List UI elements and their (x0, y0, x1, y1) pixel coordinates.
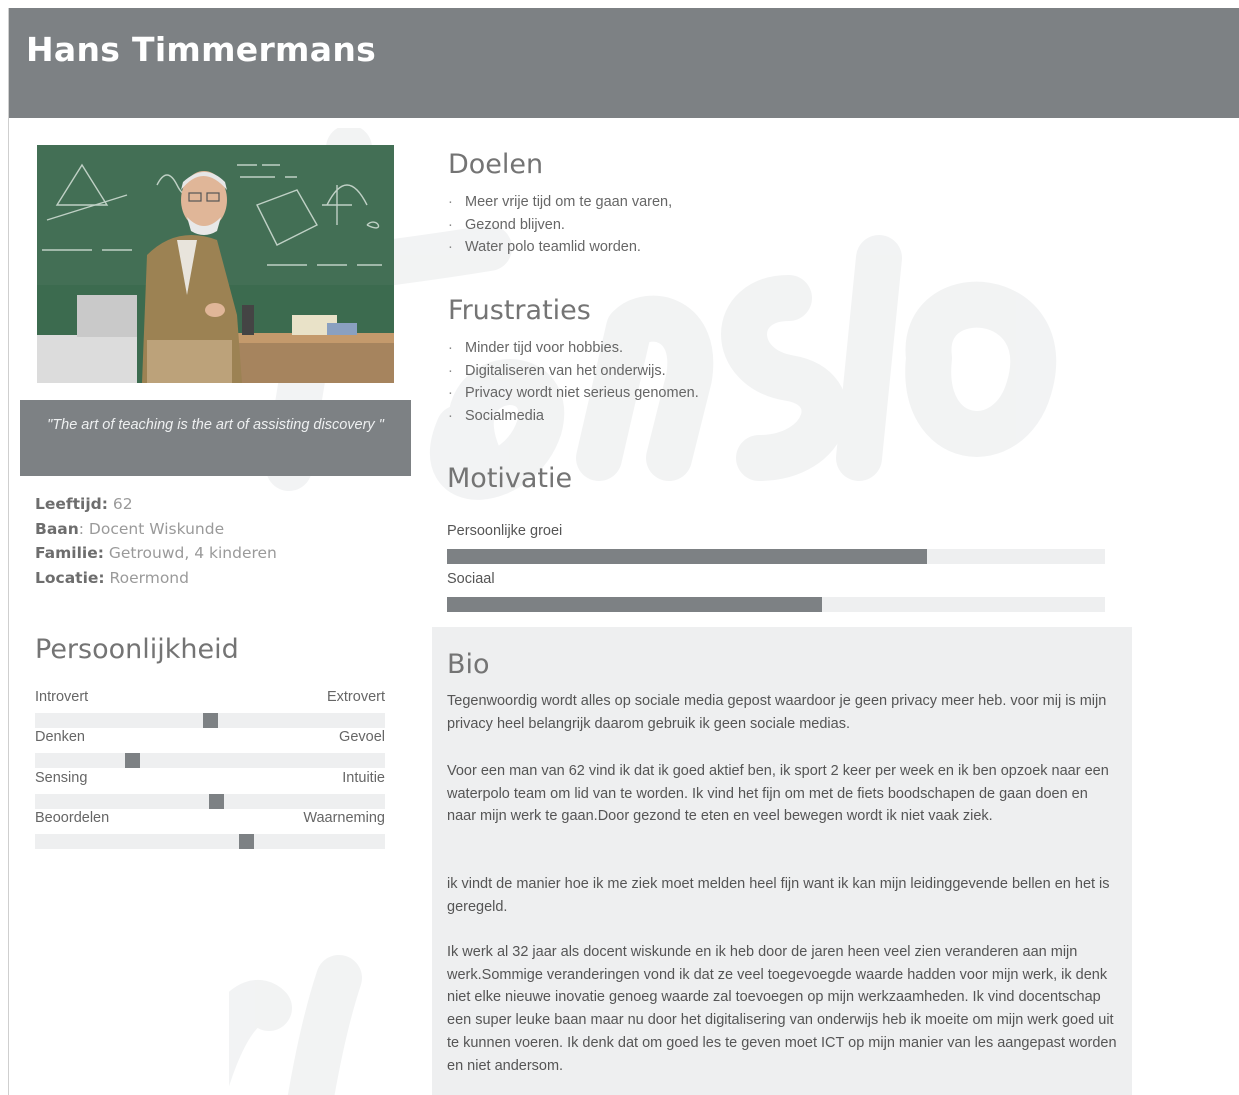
scale-marker (203, 713, 218, 728)
motivation-fill (447, 549, 928, 564)
fact-value: Getrouwd, 4 kinderen (103, 544, 277, 562)
scale-right-label: Intuitie (342, 770, 385, 786)
bio-paragraph: Ik werk al 32 jaar als docent wiskunde e… (447, 944, 1117, 1074)
fact-age: Leeftijd: 62 (35, 492, 277, 517)
persona-name: Hans Timmermans (26, 30, 377, 69)
persona-quote: "The art of teaching is the art of assis… (20, 400, 411, 476)
list-item: Meer vrije tijd om te gaan varen, (448, 191, 672, 214)
fact-label: Familie: (35, 544, 104, 562)
bio-title: Bio (447, 649, 490, 680)
fact-label: Baan (35, 519, 79, 538)
list-item: Privacy wordt niet serieus genomen. (448, 382, 699, 405)
fact-value: : Docent Wiskunde (78, 519, 225, 538)
bio-paragraph: ik vindt de manier hoe ik me ziek moet m… (447, 876, 1110, 915)
scale-marker (209, 794, 224, 809)
scale-marker (239, 834, 254, 849)
fact-job: Baan: Docent Wiskunde (35, 517, 277, 542)
fact-value: Roermond (104, 568, 189, 587)
goals-list: Meer vrije tijd om te gaan varen, Gezond… (448, 191, 672, 259)
scale-track (35, 753, 385, 768)
persona-card: Hans Timmermans "The art of teaching is … (8, 8, 1239, 1095)
scale-track (35, 834, 385, 849)
header-bar: Hans Timmermans (9, 8, 1239, 118)
motivation-track (447, 597, 1105, 612)
bio-paragraph: Tegenwoordig wordt alles op sociale medi… (447, 693, 1107, 732)
goals-title: Doelen (448, 149, 544, 180)
list-item: Gezond blijven. (448, 214, 672, 237)
fact-label: Leeftijd: (35, 495, 108, 513)
scale-left-label: Introvert (35, 689, 89, 705)
scale-left-label: Beoordelen (35, 810, 110, 826)
motivation-title: Motivatie (447, 463, 573, 494)
scale-left-label: Sensing (35, 770, 88, 786)
fact-family: Familie: Getrouwd, 4 kinderen (35, 541, 277, 566)
list-item: Digitaliseren van het onderwijs. (448, 360, 699, 383)
list-item: Water polo teamlid worden. (448, 236, 672, 259)
scale-left-label: Denken (35, 729, 85, 745)
motivation-label: Sociaal (447, 571, 495, 587)
personality-title: Persoonlijkheid (35, 634, 239, 665)
motivation-fill (447, 597, 823, 612)
fact-value: 62 (107, 495, 133, 513)
list-item: Minder tijd voor hobbies. (448, 337, 699, 360)
scale-right-label: Waarneming (303, 810, 385, 826)
fact-label: Locatie: (35, 568, 105, 587)
list-item: Socialmedia (448, 405, 699, 428)
scale-track (35, 713, 385, 728)
scale-marker (125, 753, 140, 768)
frustrations-title: Frustraties (448, 295, 591, 326)
motivation-label: Persoonlijke groei (447, 523, 563, 539)
frustrations-list: Minder tijd voor hobbies. Digitaliseren … (448, 337, 699, 428)
scale-right-label: Gevoel (339, 729, 385, 745)
bio-panel: Bio Tegenwoordig wordt alles op sociale … (432, 627, 1132, 1095)
persona-photo (37, 145, 394, 383)
fact-location: Locatie: Roermond (35, 566, 277, 591)
motivation-track (447, 549, 1105, 564)
bio-paragraph: Voor een man van 62 vind ik dat ik goed … (447, 763, 1109, 825)
scale-track (35, 794, 385, 809)
persona-facts: Leeftijd: 62 Baan: Docent Wiskunde Famil… (35, 492, 277, 590)
scale-right-label: Extrovert (326, 689, 385, 705)
